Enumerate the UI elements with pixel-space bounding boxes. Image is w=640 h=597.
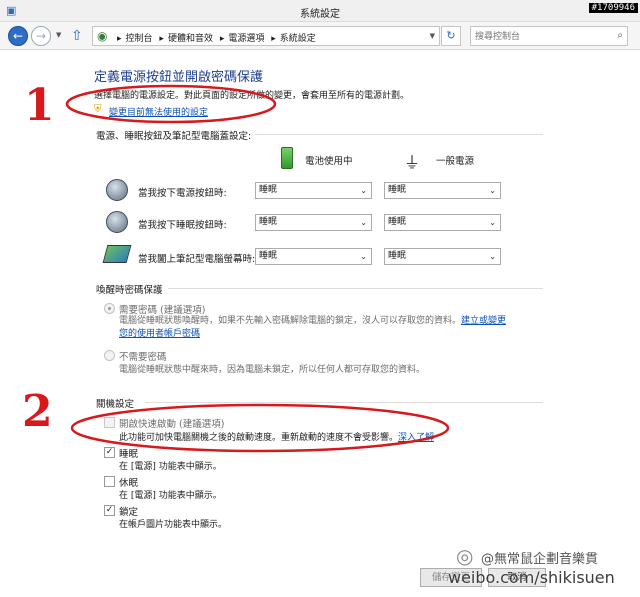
power-button-icon	[106, 179, 128, 201]
require-password-label: 需要密碼 (建議選項)	[119, 305, 206, 316]
chevron-down-icon: ⌄	[360, 186, 367, 195]
no-password-desc: 電腦從睡眠狀態中醒來時，因為電腦未鎖定，所以任何人都可存取您的資料。	[119, 365, 426, 375]
chevron-down-icon: ⌄	[489, 186, 496, 195]
select-value: 睡眠	[259, 185, 278, 195]
power-button-ac-select[interactable]: 睡眠 ⌄	[384, 182, 501, 199]
battery-icon	[281, 147, 293, 169]
weibo-logo-icon: ◎	[456, 544, 474, 568]
breadcrumb-sep-icon: ▸	[219, 34, 225, 44]
chevron-down-icon: ⌄	[489, 218, 496, 227]
row-label-power-button: 當我按下電源按鈕時:	[138, 188, 227, 199]
divider	[168, 288, 543, 289]
navigation-bar: ← → ▼ ⇧ ◉ ▸控制台 ▸硬體和音效 ▸電源選項 ▸系統設定 ▼ ↻ ⌕	[0, 22, 640, 50]
weibo-handle: @無常鼠企劃音樂貫	[481, 552, 599, 567]
sleep-button-ac-select[interactable]: 睡眠 ⌄	[384, 214, 501, 231]
search-input[interactable]	[475, 30, 605, 43]
address-dropdown-icon[interactable]: ▼	[430, 32, 435, 40]
select-value: 睡眠	[259, 217, 278, 227]
hibernate-desc: 在 [電源] 功能表中顯示。	[119, 491, 222, 501]
breadcrumb-sep-icon: ▸	[271, 34, 276, 44]
lid-close-battery-select[interactable]: 睡眠 ⌄	[255, 248, 372, 265]
sleep-button-battery-select[interactable]: 睡眠 ⌄	[255, 214, 372, 231]
require-password-desc: 電腦從睡眠狀態喚醒時，如果不先輸入密碼解除電腦的鎖定，沒人可以存取您的資料。建立…	[119, 315, 529, 341]
address-bar[interactable]: ◉ ▸ 控制台 ▸ 硬體和音效 ▸ 電源選項 ▸ 系統設定 ▼	[92, 26, 440, 46]
divider	[255, 134, 543, 135]
require-password-desc-text: 電腦從睡眠狀態喚醒時，如果不先輸入密碼解除電腦的鎖定，沒人可以存取您的資料。	[119, 316, 462, 326]
breadcrumb-hardware-sound[interactable]: 硬體和音效	[168, 34, 213, 44]
row-label-lid-close: 當我闔上筆記型電腦螢幕時:	[138, 254, 256, 265]
lock-desc: 在帳戶圖片功能表中顯示。	[119, 520, 228, 530]
window-title: 系統設定	[300, 9, 340, 20]
hibernate-label: 休眠	[119, 478, 139, 489]
column-ac-label: 一般電源	[436, 156, 475, 167]
select-value: 睡眠	[388, 251, 407, 261]
password-section-title: 喚醒時密碼保護	[96, 285, 163, 296]
forward-button[interactable]: →	[31, 26, 51, 46]
hibernate-checkbox[interactable]	[104, 476, 115, 487]
annotation-ellipse-2	[70, 403, 450, 453]
lid-close-ac-select[interactable]: 睡眠 ⌄	[384, 248, 501, 265]
weibo-url: weibo.com/shikisuen	[448, 568, 615, 587]
annotation-number-1: 1	[24, 80, 55, 131]
select-value: 睡眠	[388, 185, 407, 195]
chevron-down-icon: ⌄	[360, 252, 367, 261]
column-battery-label: 電池使用中	[305, 156, 353, 167]
title-bar: ▣ 系統設定 #1709946	[0, 0, 640, 22]
annotation-number-2: 2	[22, 386, 53, 437]
refresh-button[interactable]: ↻	[441, 26, 461, 46]
laptop-lid-icon	[102, 245, 132, 263]
breadcrumb-power-options[interactable]: 電源選項	[228, 34, 264, 44]
breadcrumb-control-panel[interactable]: 控制台	[126, 34, 153, 44]
select-value: 睡眠	[259, 251, 278, 261]
back-button[interactable]: ←	[8, 26, 28, 46]
chevron-down-icon: ⌄	[360, 218, 367, 227]
sleep-desc: 在 [電源] 功能表中顯示。	[119, 462, 222, 472]
search-icon[interactable]: ⌕	[617, 30, 623, 41]
breadcrumb-sep-icon: ▸	[117, 34, 122, 44]
power-button-battery-select[interactable]: 睡眠 ⌄	[255, 182, 372, 199]
row-label-sleep-button: 當我按下睡眠按鈕時:	[138, 220, 227, 231]
power-plug-icon: ⏚	[404, 153, 421, 172]
no-password-radio[interactable]	[104, 350, 115, 361]
chevron-down-icon: ⌄	[489, 252, 496, 261]
no-password-label: 不需要密碼	[119, 352, 167, 363]
image-id-label: #1709946	[588, 3, 638, 13]
search-box[interactable]: ⌕	[470, 26, 628, 46]
lock-label: 鎖定	[119, 507, 139, 518]
select-value: 睡眠	[388, 217, 407, 227]
sleep-button-icon	[106, 211, 128, 233]
power-section-title: 電源、睡眠按鈕及筆記型電腦蓋設定:	[96, 131, 252, 142]
lock-checkbox[interactable]: ✓	[104, 505, 115, 516]
breadcrumb-system-settings[interactable]: 系統設定	[280, 34, 316, 44]
create-change-password-link[interactable]: 建立或變更	[461, 316, 506, 326]
require-password-radio[interactable]	[104, 303, 115, 314]
control-panel-icon: ◉	[97, 29, 108, 43]
user-account-password-link[interactable]: 您的使用者帳戶密碼	[119, 329, 200, 339]
history-dropdown-icon[interactable]: ▼	[56, 31, 61, 39]
breadcrumb-sep-icon: ▸	[159, 34, 164, 44]
up-arrow-icon[interactable]: ⇧	[71, 28, 83, 44]
annotation-ellipse-1	[65, 84, 277, 124]
